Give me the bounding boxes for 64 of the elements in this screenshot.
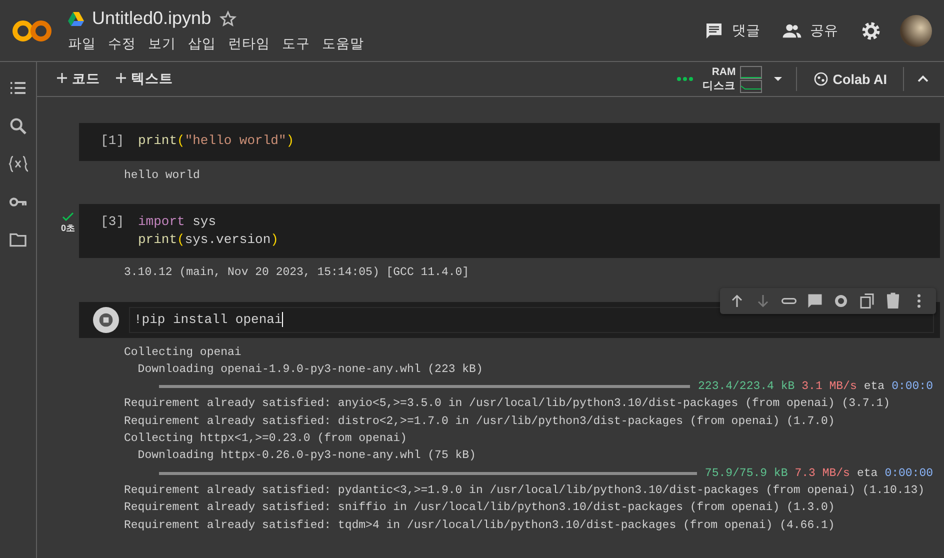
eta-time: 0:00:0 <box>892 379 933 396</box>
output-line: Downloading openai-1.9.0-py3-none-any.whl (223 kB) <box>136 362 484 378</box>
eta-label: eta <box>864 379 885 396</box>
code-line: !pip install openai <box>134 310 282 329</box>
disk-label: 디스크 <box>702 79 736 93</box>
comment-button[interactable]: 댓글 <box>704 20 760 40</box>
avatar[interactable] <box>900 14 932 46</box>
disk-graph-icon <box>740 80 762 92</box>
add-cell-button[interactable]: 코드 <box>53 68 104 90</box>
share-button[interactable]: 공유 <box>782 20 838 40</box>
mirror-cell-icon[interactable] <box>858 292 876 310</box>
stop-icon <box>98 312 114 328</box>
download-speed: 3.1 MB/s <box>802 379 857 396</box>
download-size: 223.4/223.4 kB <box>698 379 795 396</box>
run-time: 0초 <box>60 222 75 236</box>
connected-icon <box>676 76 693 82</box>
ram-graph-icon <box>740 66 762 78</box>
output-line: hello world <box>124 168 201 184</box>
download-speed: 7.3 MB/s <box>794 466 850 482</box>
output-line: Collecting openai <box>124 344 242 361</box>
ai-icon <box>812 71 829 87</box>
output-line: Requirement already satisfied: pydantic<3,>=1.9.0 in /usr/local/lib/python3.10/dist-packages (from openai) (1.10.13) <box>124 482 926 499</box>
output-line: Requirement already satisfied: anyio<5,>=3.5.0 in /usr/local/lib/python3.10/dist-packages (from openai) (3.7.1) <box>124 396 892 412</box>
menu-item[interactable]: 파일 <box>68 35 96 53</box>
notebook-title[interactable]: Untitled0.ipynb <box>92 8 212 29</box>
eta-time: 0:00:00 <box>884 466 933 482</box>
drive-icon <box>68 12 84 26</box>
output-line: 3.10.12 (main, Nov 20 2023, 15:14:05) [GCC 11.4.0] <box>124 265 470 282</box>
menu-item[interactable]: 수정 <box>108 35 136 53</box>
output-line: Requirement already satisfied: sniffio in /usr/local/lib/python3.10/dist-packages (from openai) (1.3.0) <box>124 500 836 516</box>
eta-label: eta <box>856 466 878 482</box>
code-input[interactable]: !pip install openai <box>129 306 934 333</box>
comment-icon[interactable] <box>806 292 824 310</box>
comment-icon <box>704 20 724 40</box>
add-cell-button[interactable]: 텍스트 <box>112 68 177 90</box>
logo-icon <box>12 18 52 44</box>
menu-item[interactable]: 보기 <box>148 35 176 53</box>
code-line: import sys <box>137 213 218 232</box>
code-editor[interactable]: [1] print("hello world") <box>79 123 940 161</box>
plus-icon <box>116 73 126 83</box>
output-line: Collecting httpx<1,>=0.23.0 (from openai) <box>124 431 408 448</box>
code-editor[interactable]: [3] import sys print(sys.version) <box>79 204 940 258</box>
menu-item[interactable]: 도움말 <box>322 35 364 53</box>
code-editor[interactable]: !pip install openai <box>79 302 940 338</box>
plus-icon <box>57 73 67 83</box>
trash-icon[interactable] <box>884 292 902 310</box>
output-line: Requirement already satisfied: distro<2,>=1.7.0 in /usr/lib/python3/dist-packages (from openai) (1.7.0) <box>124 414 836 430</box>
output-line: Requirement already satisfied: tqdm>4 in /usr/local/lib/python3.10/dist-packages (from openai) (4.66.1) <box>124 518 836 534</box>
output-line: Downloading httpx-0.26.0-py3-none-any.whl (75 kB) <box>136 448 477 464</box>
colab-ai-button[interactable]: Colab AI <box>806 70 893 88</box>
menu-item[interactable]: 삽입 <box>188 35 216 53</box>
code-line: print("hello world") <box>137 132 294 150</box>
stop-button[interactable] <box>93 306 119 333</box>
menu-item[interactable]: 런타임 <box>228 35 270 53</box>
ram-label: RAM <box>712 65 736 79</box>
variables-icon[interactable] <box>8 154 28 174</box>
execution-count: [1] <box>100 132 124 150</box>
check-icon <box>62 212 74 222</box>
menu-item[interactable]: 도구 <box>282 35 310 53</box>
execution-count: [3] <box>100 213 124 232</box>
search-icon[interactable] <box>8 116 28 136</box>
code-line: print(sys.version) <box>137 231 278 250</box>
download-size: 75.9/75.9 kB <box>704 466 788 482</box>
star-icon[interactable] <box>219 10 238 28</box>
